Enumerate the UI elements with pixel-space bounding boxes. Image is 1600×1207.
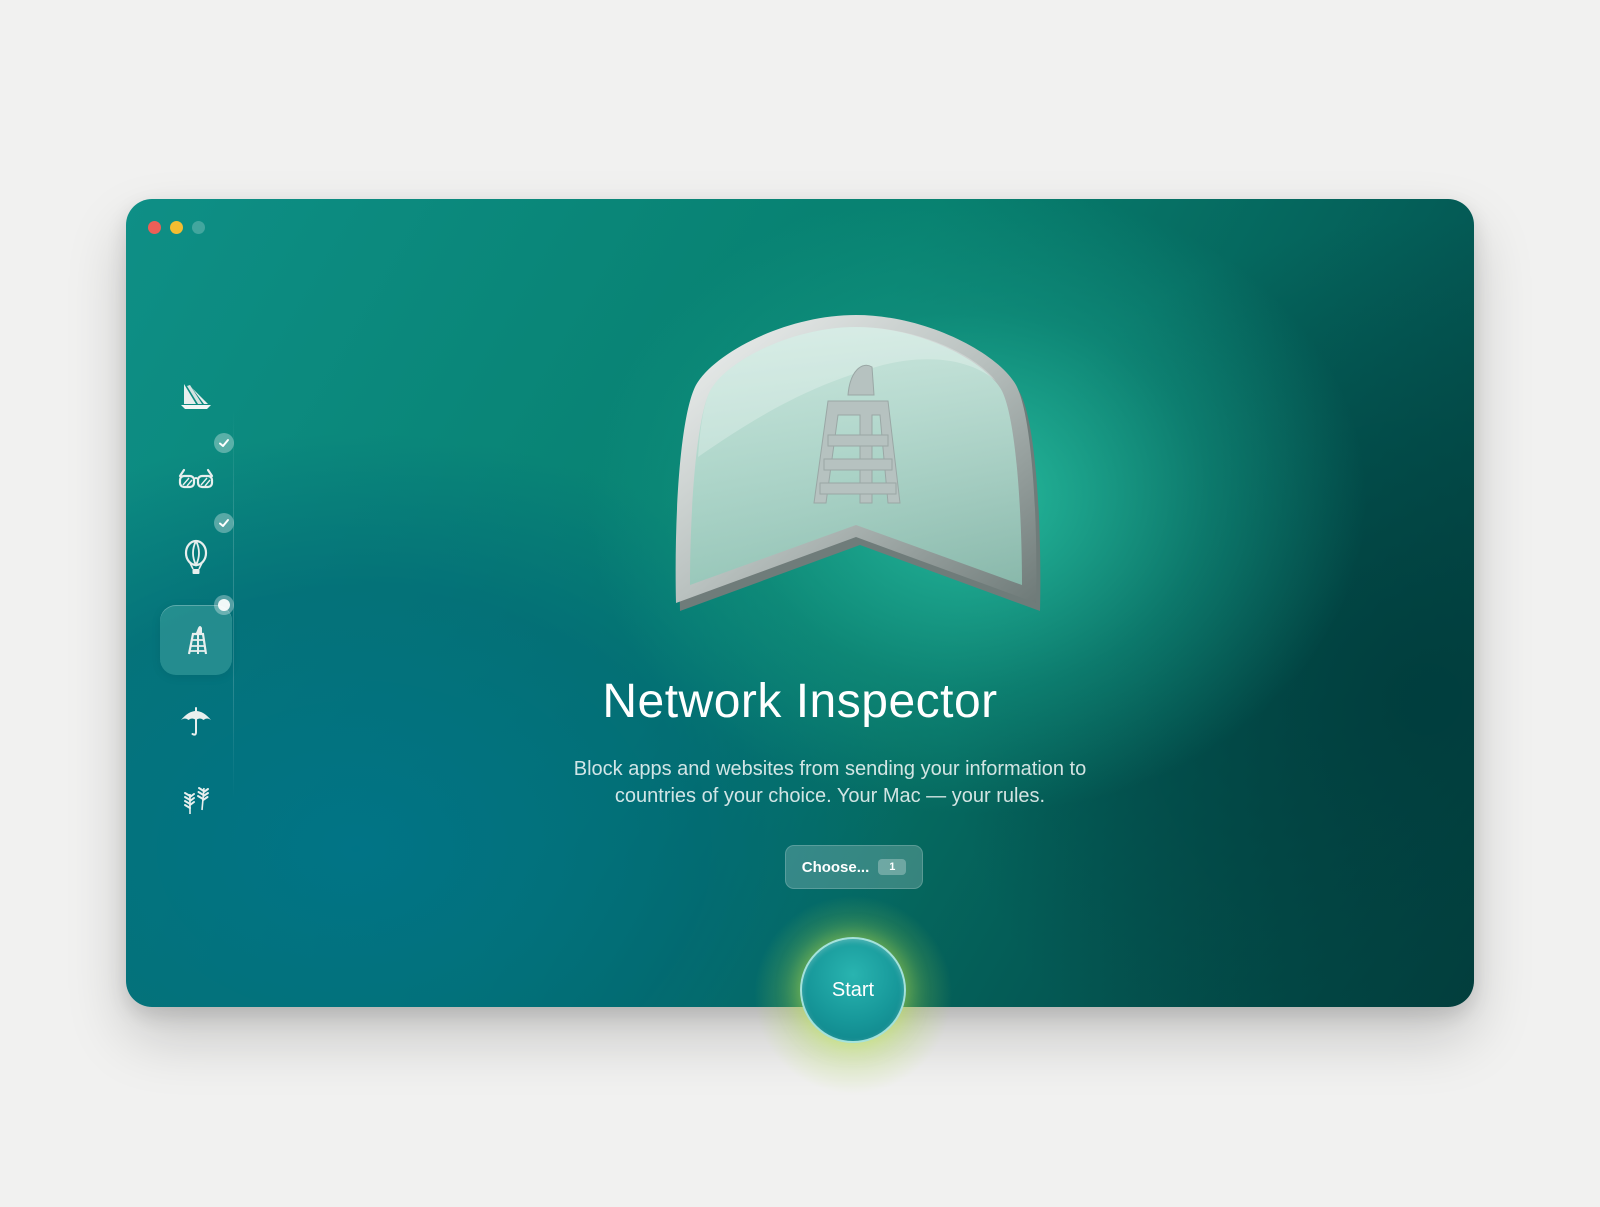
window-close-button[interactable] [148, 221, 161, 234]
app-window: Network Inspector Block apps and website… [126, 199, 1474, 1007]
checkmark-icon [219, 519, 229, 527]
palm-leaves-icon [184, 787, 209, 814]
lifeguard-tower-shield-icon [675, 315, 1041, 611]
lifeguard-tower-icon [187, 626, 208, 655]
sidebar-item-balloon[interactable] [160, 513, 234, 593]
completed-check-badge [214, 433, 234, 453]
sidebar-item-sunglasses[interactable] [160, 433, 234, 513]
hot-air-balloon-icon [184, 539, 208, 574]
selection-count-badge: 1 [878, 859, 907, 875]
page-title: Network Inspector [602, 675, 998, 728]
start-button[interactable]: Start [800, 937, 906, 1043]
ship-icon [181, 384, 211, 409]
sunglasses-icon [178, 468, 214, 489]
in-progress-badge [214, 595, 234, 615]
window-zoom-button[interactable] [192, 221, 205, 234]
description-line: Block apps and websites from sending you… [573, 758, 1087, 780]
start-button-label: Start [831, 978, 875, 1001]
description-line: countries of your choice. Your Mac — you… [614, 785, 1046, 807]
choose-button-label: Choose... [801, 858, 870, 876]
sidebar-item-network-inspector[interactable] [160, 595, 234, 675]
checkmark-icon [219, 439, 229, 447]
sidebar-item-palm-leaves[interactable] [160, 765, 232, 835]
sidebar-item-ship[interactable] [160, 359, 232, 429]
window-minimize-button[interactable] [170, 221, 183, 234]
choose-button[interactable]: Choose... 1 [785, 845, 923, 889]
completed-check-badge [214, 513, 234, 533]
sidebar [144, 359, 234, 819]
page-description: Block apps and websites from sending you… [550, 756, 1110, 810]
